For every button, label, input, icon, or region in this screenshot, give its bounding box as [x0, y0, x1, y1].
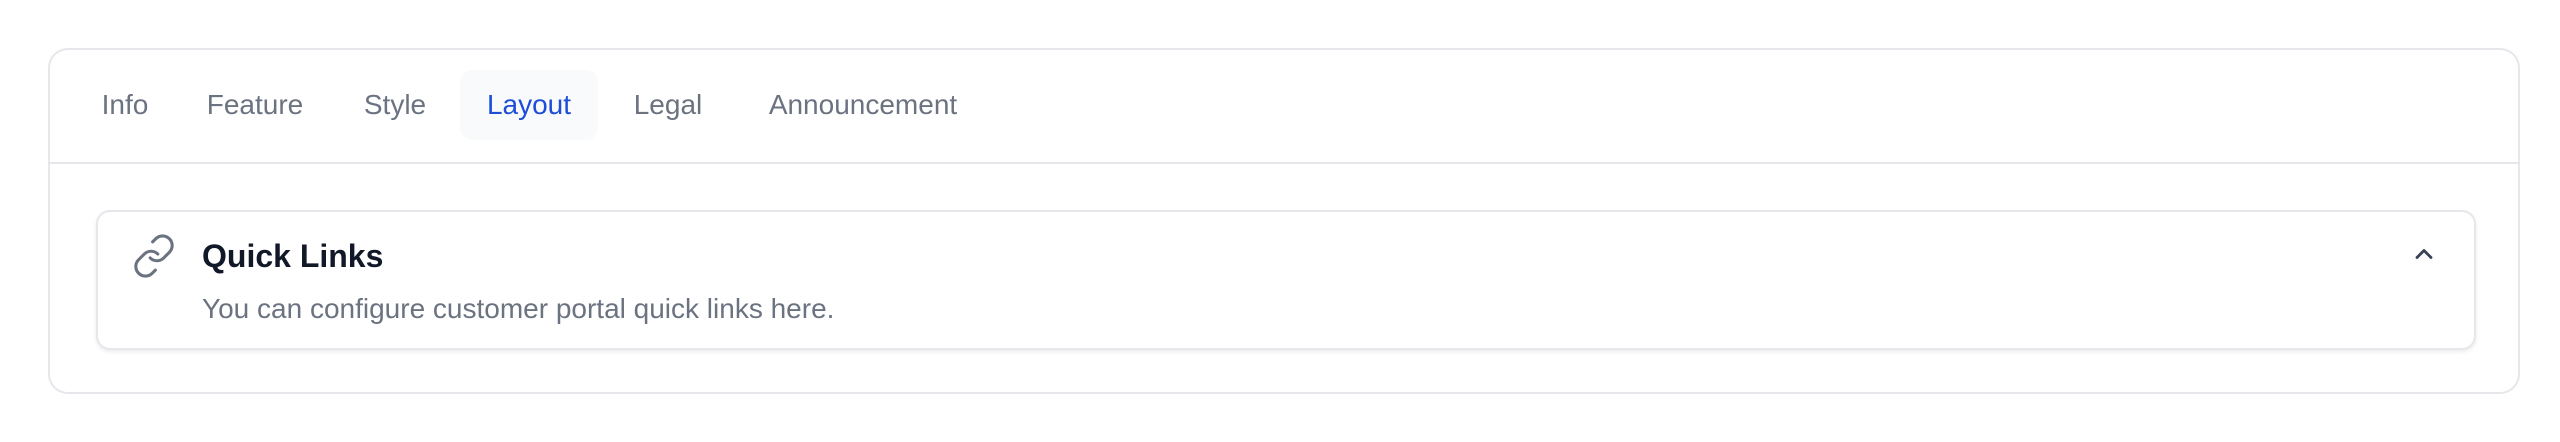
section-title: Quick Links [202, 238, 384, 274]
tabs-bar: Info Feature Style Layout Legal Announce… [50, 50, 2518, 164]
settings-card: Info Feature Style Layout Legal Announce… [48, 48, 2520, 394]
chevron-up-icon [2410, 240, 2438, 273]
tab-style[interactable]: Style [358, 70, 432, 140]
collapse-button[interactable] [2406, 238, 2442, 274]
link-icon [130, 232, 178, 280]
tab-announcement[interactable]: Announcement [760, 70, 966, 140]
section-subtitle: You can configure customer portal quick … [202, 293, 835, 324]
tab-feature[interactable]: Feature [204, 70, 306, 140]
tab-legal[interactable]: Legal [626, 70, 710, 140]
tab-layout[interactable]: Layout [460, 70, 598, 140]
tab-info[interactable]: Info [96, 70, 154, 140]
quick-links-section: Quick Links You can configure customer p… [96, 210, 2476, 350]
